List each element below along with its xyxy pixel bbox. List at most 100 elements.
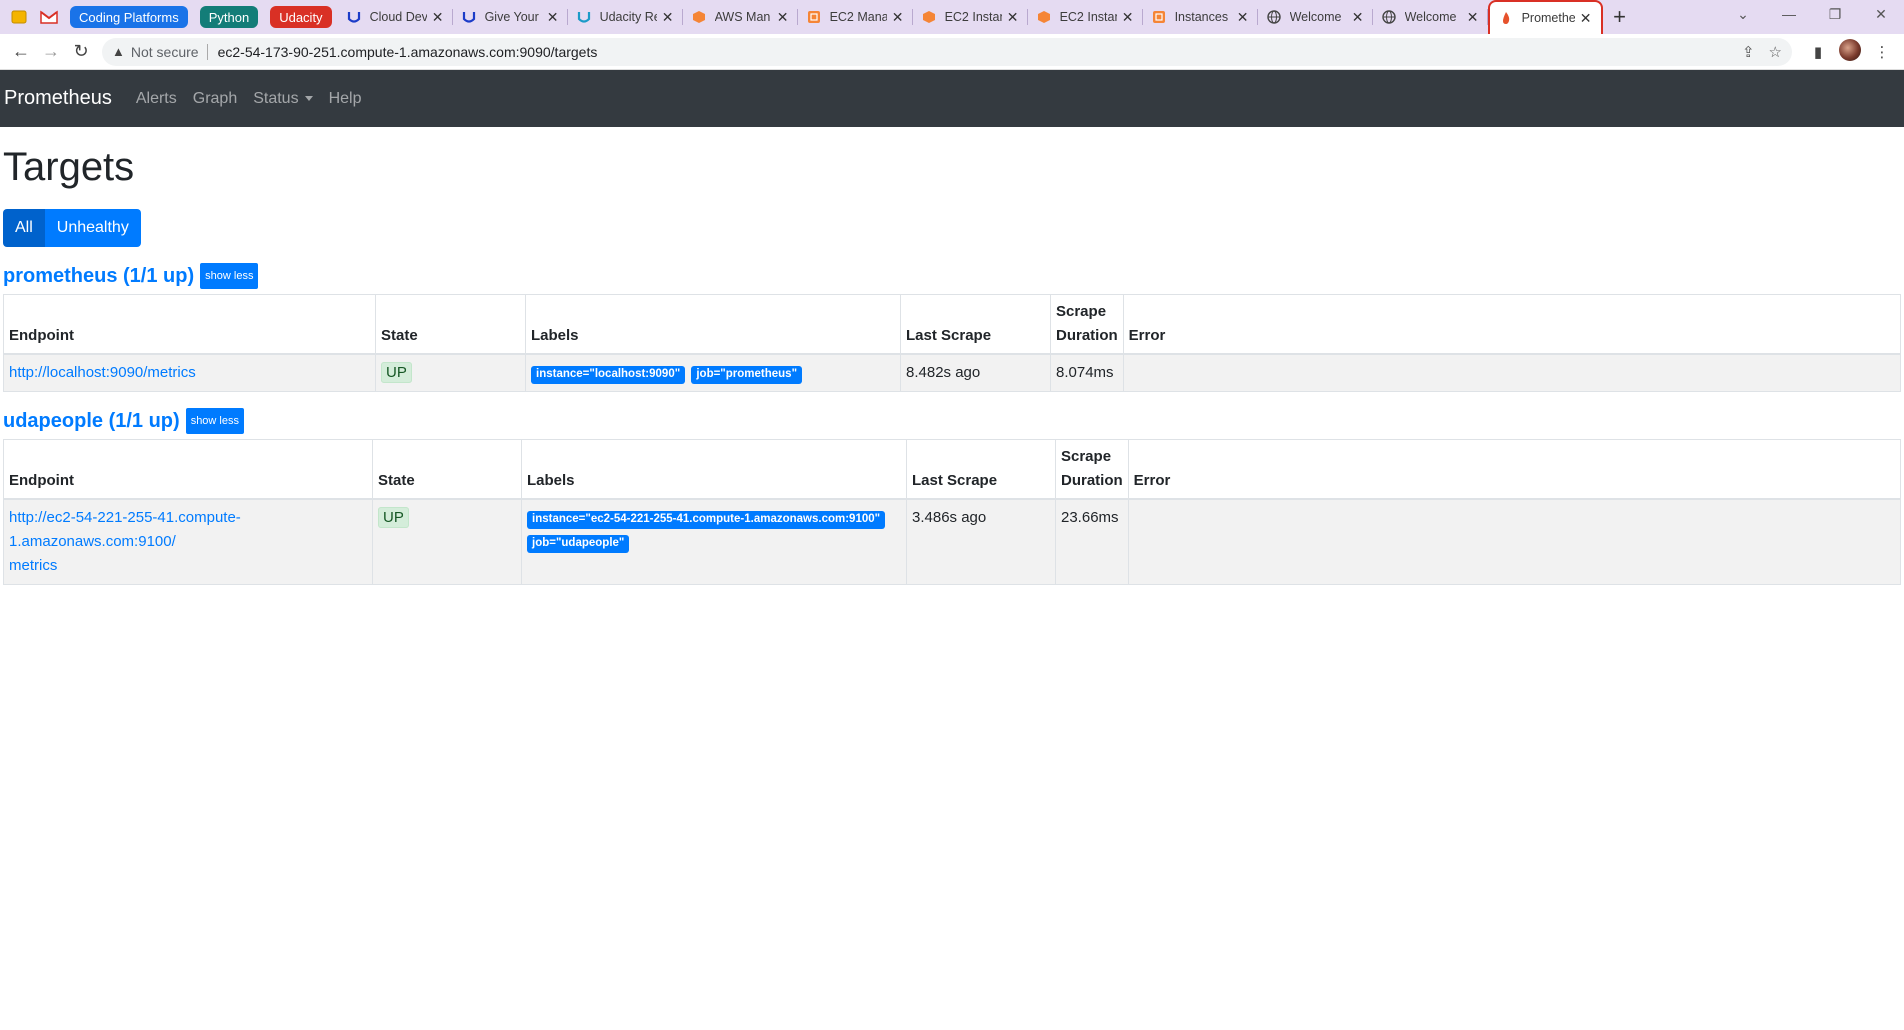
close-icon[interactable]: ✕: [1236, 9, 1250, 26]
browser-tab-1[interactable]: Give Your ✕: [453, 0, 568, 34]
browser-tab-9[interactable]: Welcome ✕: [1373, 0, 1488, 34]
aws-ec2-icon: [1151, 9, 1167, 25]
browser-tab-8[interactable]: Welcome ✕: [1258, 0, 1373, 34]
tab-title: Give Your: [484, 10, 539, 24]
col-error: Error: [1127, 439, 1902, 500]
col-labels: Labels: [521, 439, 907, 500]
close-window-icon[interactable]: ✕: [1858, 0, 1904, 28]
star-icon[interactable]: ☆: [1769, 43, 1782, 61]
back-arrow-icon[interactable]: ←: [6, 37, 36, 67]
browser-tab-5[interactable]: EC2 Instan ✕: [913, 0, 1028, 34]
endpoint-link-line2: metrics: [9, 557, 58, 574]
browser-tab-active[interactable]: Promethe ✕: [1487, 0, 1603, 34]
close-icon[interactable]: ✕: [1006, 9, 1020, 26]
nav-graph[interactable]: Graph: [193, 90, 237, 108]
not-secure-label[interactable]: Not secure: [131, 44, 199, 60]
profile-avatar[interactable]: [1834, 38, 1866, 65]
tab-group-chip-1[interactable]: Python: [199, 6, 259, 28]
side-panel-icon[interactable]: ▮: [1802, 43, 1834, 61]
col-labels: Labels: [525, 294, 901, 355]
filter-unhealthy-button[interactable]: Unhealthy: [44, 209, 141, 247]
tab-title: Promethe: [1521, 11, 1575, 25]
warning-icon[interactable]: ▲: [112, 44, 125, 59]
reload-icon[interactable]: ↻: [66, 37, 96, 67]
new-tab-button[interactable]: +: [1603, 0, 1637, 34]
close-icon[interactable]: ✕: [661, 9, 675, 26]
prometheus-flame-icon: [1498, 10, 1514, 26]
state-cell: UP: [372, 498, 522, 585]
gmail-tab-icon[interactable]: [34, 0, 64, 34]
browser-tab-4[interactable]: EC2 Mana ✕: [798, 0, 913, 34]
udacity-icon: [346, 9, 362, 25]
nav-alerts[interactable]: Alerts: [136, 90, 177, 108]
pool-title-link[interactable]: prometheus (1/1 up): [3, 265, 194, 288]
browser-tabstrip: Coding Platforms Python Udacity Cloud De…: [0, 0, 1904, 34]
nav-help[interactable]: Help: [329, 90, 362, 108]
close-icon[interactable]: ✕: [431, 9, 445, 26]
last-scrape-cell: 8.482s ago: [900, 353, 1051, 392]
close-icon[interactable]: ✕: [1351, 9, 1365, 26]
filter-all-button[interactable]: All: [3, 209, 45, 247]
caret-down-icon: [304, 95, 313, 101]
udacity-icon: [576, 9, 592, 25]
address-bar: ← → ↻ ▲ Not secure ec2-54-173-90-251.com…: [0, 34, 1904, 70]
state-cell: UP: [375, 353, 526, 392]
omnibox[interactable]: ▲ Not secure ec2-54-173-90-251.compute-1…: [102, 37, 1792, 66]
label-badge: job="prometheus": [691, 366, 803, 384]
browser-tab-0[interactable]: Cloud Dev ✕: [338, 0, 453, 34]
duration-cell: 8.074ms: [1050, 353, 1124, 392]
brand-link[interactable]: Prometheus: [4, 87, 112, 110]
aws-ec2-icon: [806, 9, 822, 25]
show-less-button[interactable]: show less: [200, 263, 259, 289]
col-scrape-duration-line2: Duration: [1061, 472, 1123, 489]
nav-status-dropdown[interactable]: Status: [253, 90, 313, 108]
col-scrape-duration: Scrape Duration: [1055, 439, 1129, 500]
chevron-down-icon[interactable]: ⌄: [1720, 0, 1766, 28]
col-last-scrape: Last Scrape: [906, 439, 1056, 500]
window-controls: ⌄ — ❐ ✕: [1720, 0, 1904, 34]
prometheus-navbar: Prometheus Alerts Graph Status Help: [0, 70, 1904, 127]
labels-cell: instance="ec2-54-221-255-41.compute-1.am…: [521, 498, 907, 585]
tab-group-chip-0[interactable]: Coding Platforms: [70, 6, 188, 28]
pool-title-link[interactable]: udapeople (1/1 up): [3, 410, 180, 433]
page-title: Targets: [3, 145, 135, 189]
browser-tab-7[interactable]: Instances ✕: [1143, 0, 1258, 34]
targets-table-prometheus: Endpoint State Labels Last Scrape Scrape…: [3, 294, 1902, 392]
state-badge: UP: [378, 507, 409, 528]
col-state: State: [375, 294, 526, 355]
share-icon[interactable]: ⇪: [1742, 43, 1755, 61]
aws-icon: [921, 9, 937, 25]
close-icon[interactable]: ✕: [546, 9, 560, 26]
restore-icon[interactable]: ❐: [1812, 0, 1858, 28]
error-cell: [1127, 498, 1902, 585]
close-icon[interactable]: ✕: [891, 9, 905, 26]
show-less-button[interactable]: show less: [185, 408, 244, 434]
col-last-scrape: Last Scrape: [900, 294, 1051, 355]
browser-tab-2[interactable]: Udacity Re ✕: [568, 0, 683, 34]
endpoint-link[interactable]: http://ec2-54-221-255-41.compute-1.amazo…: [9, 509, 241, 574]
filter-button-group: All Unhealthy: [3, 209, 141, 247]
kebab-menu-icon[interactable]: ⋮: [1866, 43, 1898, 61]
table-row: http://ec2-54-221-255-41.compute-1.amazo…: [3, 498, 1902, 585]
endpoint-link[interactable]: http://localhost:9090/metrics: [9, 364, 196, 381]
state-badge: UP: [381, 362, 412, 383]
close-icon[interactable]: ✕: [1579, 10, 1593, 27]
forward-arrow-icon[interactable]: →: [36, 37, 66, 67]
col-scrape-duration-line1: Scrape: [1056, 303, 1107, 320]
close-icon[interactable]: ✕: [1466, 9, 1480, 26]
col-scrape-duration-line2: Duration: [1056, 327, 1118, 344]
tab-title: Udacity Re: [599, 10, 657, 24]
browser-tab-3[interactable]: AWS Man ✕: [683, 0, 798, 34]
endpoint-cell: http://ec2-54-221-255-41.compute-1.amazo…: [3, 498, 373, 585]
tab-group-chip-2[interactable]: Udacity: [270, 6, 332, 28]
close-icon[interactable]: ✕: [1121, 9, 1135, 26]
col-scrape-duration-line1: Scrape: [1061, 448, 1112, 465]
endpoint-link-line1: http://ec2-54-221-255-41.compute-1.amazo…: [9, 509, 241, 550]
url-text[interactable]: ec2-54-173-90-251.compute-1.amazonaws.co…: [218, 44, 1728, 60]
minimize-icon[interactable]: —: [1766, 0, 1812, 28]
browser-tab-6[interactable]: EC2 Instan ✕: [1028, 0, 1143, 34]
tab-search-icon[interactable]: [4, 0, 34, 34]
close-icon[interactable]: ✕: [776, 9, 790, 26]
tab-title: AWS Man: [714, 10, 771, 24]
globe-icon: [1266, 9, 1282, 25]
